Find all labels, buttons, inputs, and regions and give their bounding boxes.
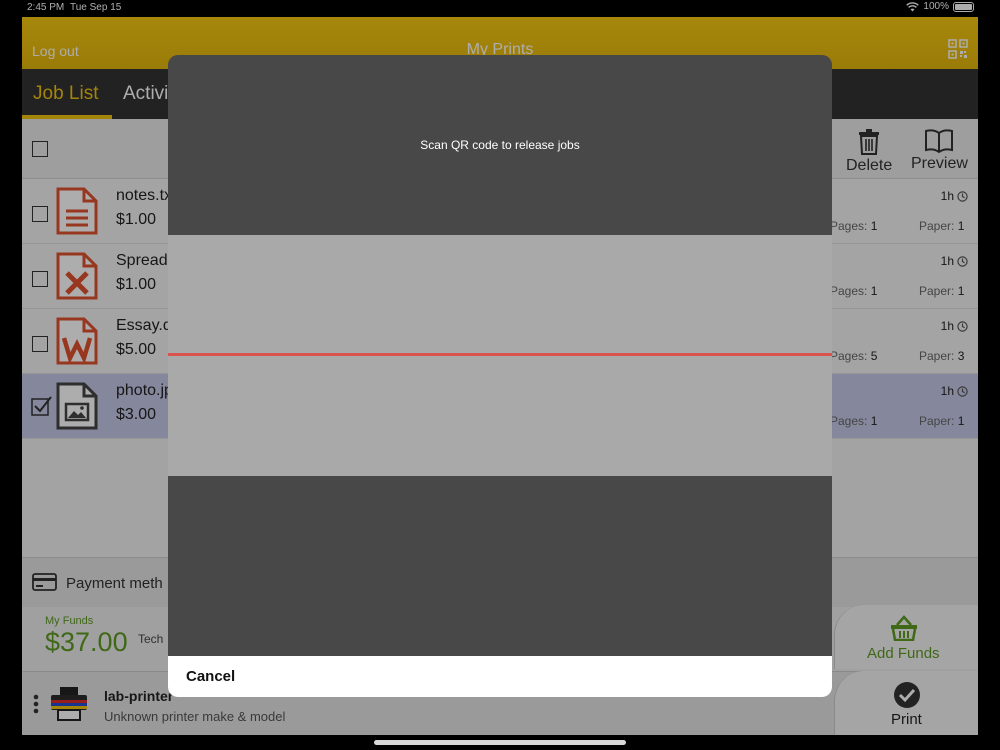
scan-line (168, 353, 832, 356)
modal-footer: Cancel (168, 656, 832, 697)
home-indicator[interactable] (374, 740, 626, 745)
scan-instruction: Scan QR code to release jobs (420, 138, 580, 152)
cancel-button[interactable]: Cancel (186, 668, 235, 685)
camera-viewfinder (168, 235, 832, 476)
qr-scan-modal: Scan QR code to release jobs Cancel (168, 55, 832, 697)
